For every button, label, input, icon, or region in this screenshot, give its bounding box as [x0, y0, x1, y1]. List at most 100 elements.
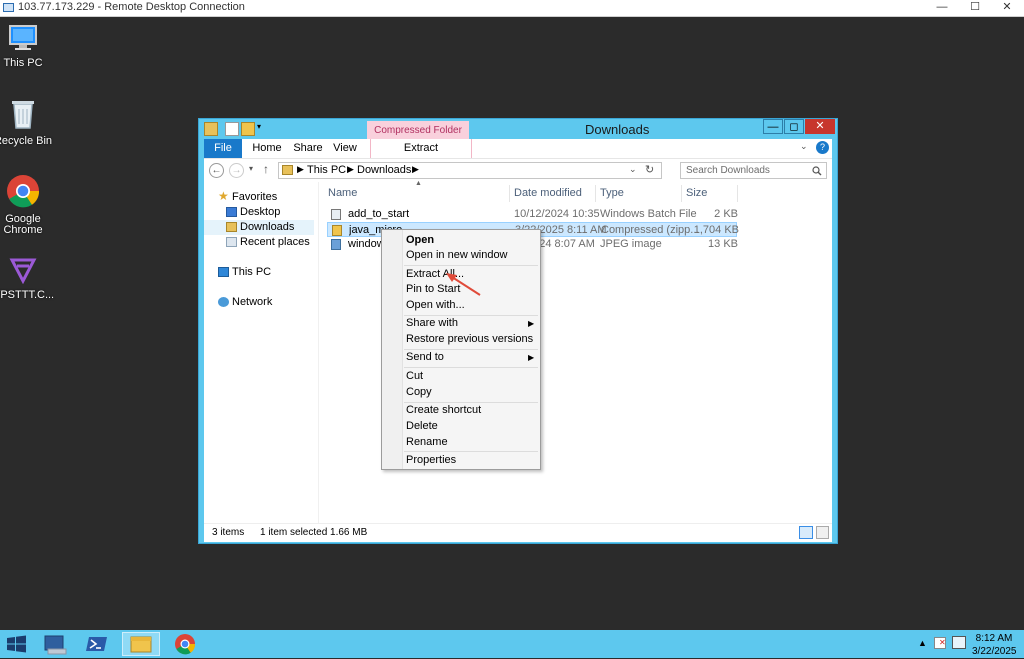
- taskbar-chrome[interactable]: [168, 632, 202, 656]
- nav-this-pc[interactable]: This PC: [204, 265, 314, 280]
- clock-date[interactable]: 3/22/2025: [972, 646, 1017, 657]
- nav-label: Recent places: [240, 236, 310, 248]
- submenu-arrow-icon: ▶: [528, 353, 535, 362]
- breadcrumb-downloads[interactable]: Downloads: [357, 164, 411, 176]
- menu-item-copy[interactable]: Copy: [406, 385, 432, 400]
- desktop-icon-this-pc[interactable]: This PC: [0, 24, 53, 69]
- search-box[interactable]: Search Downloads: [680, 162, 827, 179]
- folder-icon: [204, 122, 218, 136]
- properties-icon[interactable]: [225, 122, 239, 136]
- desktop-folder-icon: [226, 207, 237, 217]
- menu-item-open[interactable]: Open: [406, 233, 434, 248]
- submenu-arrow-icon: ▶: [528, 319, 535, 328]
- maximize-button[interactable]: ◻: [784, 119, 804, 134]
- menu-separator: [404, 367, 538, 368]
- large-icons-view-icon[interactable]: [816, 526, 829, 539]
- menu-item-restore-previous-versions[interactable]: Restore previous versions: [406, 332, 533, 347]
- address-dropdown-icon[interactable]: ⌄: [629, 164, 637, 175]
- search-placeholder: Search Downloads: [686, 165, 770, 176]
- chrome-icon: [175, 634, 196, 655]
- taskbar-server-manager[interactable]: [38, 632, 72, 656]
- chrome-icon: [7, 175, 40, 208]
- menu-item-open-new-window[interactable]: Open in new window: [406, 248, 508, 263]
- ribbon-tabs: File Home Share View Extract ⌄ ?: [204, 139, 832, 158]
- new-folder-icon[interactable]: [241, 122, 255, 136]
- tab-home[interactable]: Home: [248, 139, 286, 158]
- quick-access-dropdown-icon[interactable]: ▾: [257, 122, 261, 131]
- help-icon[interactable]: ?: [816, 141, 829, 154]
- start-button[interactable]: [0, 632, 34, 656]
- breadcrumb-separator-icon: ▶: [347, 164, 354, 174]
- item-count: 3 items: [212, 527, 245, 538]
- column-header-date[interactable]: Date modified: [510, 185, 596, 202]
- nav-favorites[interactable]: ★ Favorites: [204, 189, 314, 205]
- nav-network[interactable]: Network: [204, 295, 314, 310]
- taskbar-file-explorer[interactable]: [122, 632, 160, 656]
- column-header-size[interactable]: Size: [682, 185, 738, 202]
- desktop-icon-recycle-bin[interactable]: Recycle Bin: [0, 98, 53, 147]
- rdp-minimize-button[interactable]: —: [927, 0, 957, 16]
- tab-share[interactable]: Share: [288, 139, 328, 158]
- nav-desktop[interactable]: Desktop: [204, 205, 314, 220]
- desktop-icon-vpsttt[interactable]: VPSTTT.C...: [0, 256, 55, 301]
- menu-item-rename[interactable]: Rename: [406, 435, 448, 450]
- tab-view[interactable]: View: [328, 139, 362, 158]
- nav-recent-places[interactable]: Recent places: [204, 235, 314, 250]
- downloads-folder-icon: [282, 165, 293, 175]
- recycle-bin-icon: [12, 101, 34, 129]
- menu-item-cut[interactable]: Cut: [406, 369, 423, 384]
- recent-places-icon: [226, 237, 237, 247]
- minimize-button[interactable]: —: [763, 119, 783, 134]
- breadcrumb-separator-icon: ▶: [297, 164, 304, 174]
- column-header-type[interactable]: Type: [596, 185, 682, 202]
- show-hidden-icons-icon[interactable]: ▲: [918, 638, 927, 648]
- menu-item-send-to[interactable]: Send to: [406, 350, 444, 365]
- nav-downloads[interactable]: Downloads: [204, 220, 314, 235]
- rdp-close-button[interactable]: ✕: [992, 0, 1022, 16]
- up-button[interactable]: ↑: [263, 162, 269, 176]
- action-center-flag-icon[interactable]: ✕: [934, 637, 946, 649]
- status-bar: 3 items 1 item selected 1.66 MB: [204, 523, 832, 542]
- taskbar-powershell[interactable]: [80, 632, 114, 656]
- file-row[interactable]: add_to_start 10/12/2024 10:35 ... Window…: [327, 207, 738, 222]
- tab-extract[interactable]: Extract: [370, 139, 472, 158]
- ribbon-expand-icon[interactable]: ⌄: [800, 141, 808, 152]
- recent-locations-icon[interactable]: ▾: [249, 164, 253, 173]
- tab-file[interactable]: File: [204, 139, 242, 158]
- details-view-icon[interactable]: [799, 526, 813, 539]
- annotation-arrow-icon: [446, 273, 481, 296]
- file-size: 1,704 KB: [693, 224, 739, 236]
- address-bar[interactable]: ▶ This PC ▶ Downloads ▶ ⌄ ↻: [278, 162, 662, 179]
- breadcrumb-this-pc[interactable]: This PC: [307, 164, 346, 176]
- zip-folder-icon: [332, 225, 342, 236]
- close-button[interactable]: ✕: [805, 119, 835, 134]
- menu-item-share-with[interactable]: Share with: [406, 316, 458, 331]
- file-date: 10/12/2024 10:35 ...: [514, 208, 600, 220]
- menu-item-delete[interactable]: Delete: [406, 419, 438, 434]
- network-icon: [218, 297, 229, 307]
- file-size: 13 KB: [708, 238, 738, 250]
- menu-item-properties[interactable]: Properties: [406, 453, 456, 468]
- nav-label: This PC: [232, 266, 272, 278]
- search-icon[interactable]: [812, 166, 822, 176]
- powershell-icon: [86, 637, 107, 651]
- nav-label: Favorites: [232, 191, 278, 203]
- refresh-icon[interactable]: ↻: [645, 163, 654, 176]
- back-button[interactable]: ←: [209, 163, 224, 178]
- clock-time[interactable]: 8:12 AM: [972, 633, 1016, 644]
- remote-desktop-icon: [3, 3, 14, 12]
- rdp-title: 103.77.173.229 - Remote Desktop Connecti…: [18, 1, 245, 13]
- rdp-maximize-button[interactable]: ☐: [960, 0, 990, 16]
- desktop-icon-chrome[interactable]: Google Chrome: [0, 174, 53, 236]
- desktop-icon-label: VPSTTT.C...: [0, 289, 55, 301]
- window-title-bar: ▾ Compressed Folder Tools Downloads — ◻ …: [199, 119, 837, 155]
- column-header-name[interactable]: Name: [324, 185, 510, 202]
- file-type: JPEG image: [600, 238, 662, 250]
- menu-item-open-with[interactable]: Open with...: [406, 298, 465, 313]
- menu-item-create-shortcut[interactable]: Create shortcut: [406, 403, 481, 418]
- forward-button[interactable]: →: [229, 163, 244, 178]
- file-size: 2 KB: [714, 208, 738, 220]
- network-tray-icon[interactable]: [952, 636, 966, 649]
- file-name: add_to_start: [348, 208, 410, 220]
- nav-label: Network: [232, 296, 273, 308]
